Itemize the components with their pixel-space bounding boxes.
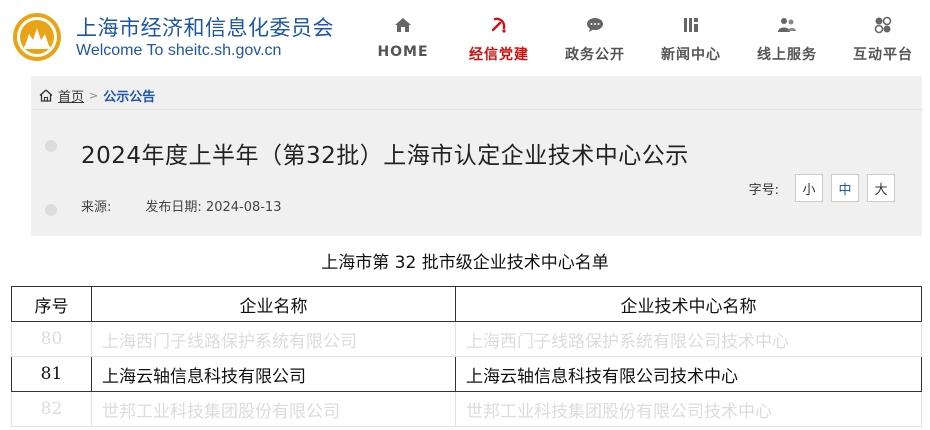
nav-label: 线上服务 <box>757 47 817 63</box>
meta-bullet-icon <box>45 204 57 216</box>
source-label: 来源: <box>81 200 112 215</box>
font-size-switcher: 字号: 小 中 大 <box>749 174 895 202</box>
font-size-label: 字号: <box>748 182 779 198</box>
company-name: 世邦工业科技集团股份有限公司 <box>91 391 456 427</box>
breadcrumb-current[interactable]: 公示公告 <box>103 86 155 105</box>
nav-label: 互动平台 <box>853 47 913 63</box>
home-icon <box>395 18 411 32</box>
nav-label: 政务公开 <box>565 47 625 63</box>
row-index: 82 <box>11 391 92 427</box>
company-name: 上海云轴信息科技有限公司 <box>91 356 456 392</box>
breadcrumb-separator: > <box>89 89 99 102</box>
nav-label: HOME <box>377 44 429 60</box>
nav-label: 经信党建 <box>469 47 529 63</box>
nav-online-services[interactable]: 线上服务 <box>739 14 835 70</box>
site-header: 上海市经济和信息化委员会 Welcome To sheitc.sh.gov.cn… <box>0 0 930 76</box>
site-name-cn: 上海市经济和信息化委员会 <box>76 16 334 40</box>
nav-interaction-platform[interactable]: 互动平台 <box>835 14 930 70</box>
nav-party-building[interactable]: 经信党建 <box>451 14 547 70</box>
column-header: 企业名称 <box>91 286 456 322</box>
article-header: 首页 > 公示公告 2024年度上半年（第32批）上海市认定企业技术中心公示 来… <box>31 76 922 236</box>
chat-bubble-icon <box>587 18 603 32</box>
nav-government-affairs[interactable]: 政务公开 <box>547 14 643 70</box>
center-name: 上海西门子线路保护系统有限公司技术中心 <box>455 321 922 357</box>
home-icon <box>39 89 53 102</box>
nav-home[interactable]: HOME <box>355 14 451 70</box>
title-bullet-icon <box>45 140 57 152</box>
table-row: 80 上海西门子线路保护系统有限公司 上海西门子线路保护系统有限公司技术中心 <box>11 321 922 357</box>
column-header: 序号 <box>11 286 92 322</box>
publish-date-label: 发布日期: 2024-08-13 <box>145 200 282 215</box>
site-name[interactable]: 上海市经济和信息化委员会 Welcome To sheitc.sh.gov.cn <box>76 16 334 61</box>
table-row: 81 上海云轴信息科技有限公司 上海云轴信息科技有限公司技术中心 <box>11 356 922 392</box>
font-size-large-button[interactable]: 大 <box>867 174 895 202</box>
breadcrumb: 首页 > 公示公告 <box>39 86 155 105</box>
site-name-en: Welcome To sheitc.sh.gov.cn <box>76 42 282 59</box>
font-size-small-button[interactable]: 小 <box>795 174 823 202</box>
center-name: 世邦工业科技集团股份有限公司技术中心 <box>455 391 922 427</box>
interaction-icon <box>874 16 892 34</box>
row-index: 81 <box>11 356 92 392</box>
main-nav: HOME 经信党建 政务公开 新闻中心 线上服务 互动平台 <box>355 14 930 70</box>
center-name: 上海云轴信息科技有限公司技术中心 <box>455 356 922 392</box>
party-emblem-icon <box>491 17 506 33</box>
column-header: 企业技术中心名称 <box>455 286 922 322</box>
enterprise-list-table: 序号 企业名称 企业技术中心名称 80 上海西门子线路保护系统有限公司 上海西门… <box>11 286 922 427</box>
table-header-row: 序号 企业名称 企业技术中心名称 <box>11 286 922 322</box>
row-index: 80 <box>11 321 92 357</box>
users-icon <box>778 18 796 32</box>
company-name: 上海西门子线路保护系统有限公司 <box>91 321 456 357</box>
publish-date: 2024-08-13 <box>205 200 282 215</box>
nav-label: 新闻中心 <box>661 47 721 63</box>
breadcrumb-home-link[interactable]: 首页 <box>58 86 84 105</box>
page-title: 2024年度上半年（第32批）上海市认定企业技术中心公示 <box>81 143 689 169</box>
font-size-medium-button[interactable]: 中 <box>831 174 859 202</box>
divider <box>31 109 922 110</box>
table-title: 上海市第 32 批市级企业技术中心名单 <box>321 253 609 273</box>
site-logo-icon[interactable] <box>12 12 62 62</box>
article-meta: 来源: 发布日期: 2024-08-13 <box>81 196 281 215</box>
nav-news-center[interactable]: 新闻中心 <box>643 14 739 70</box>
table-row: 82 世邦工业科技集团股份有限公司 世邦工业科技集团股份有限公司技术中心 <box>11 391 922 427</box>
newspaper-icon <box>684 18 698 32</box>
